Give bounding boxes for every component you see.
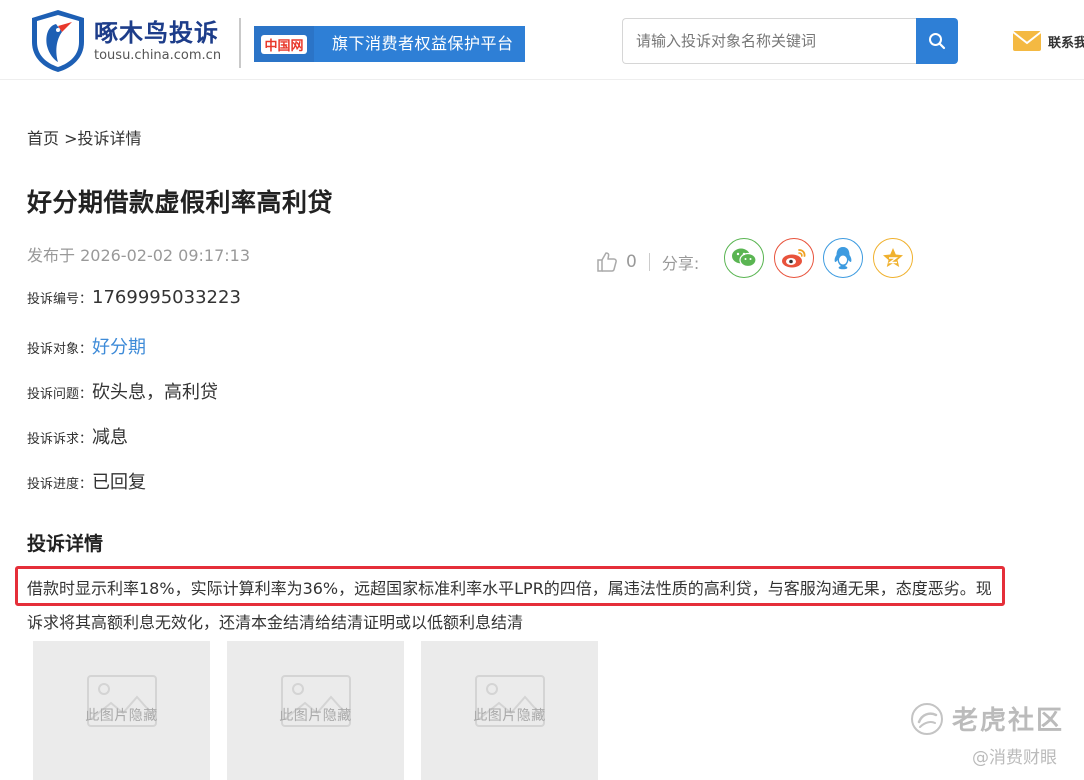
qzone-star-icon bbox=[883, 248, 903, 267]
divider bbox=[648, 253, 650, 271]
logo-text: 啄木鸟投诉 tousu.china.com.cn bbox=[94, 18, 221, 64]
field-complaint-progress: 投诉进度： 已回复 bbox=[27, 468, 146, 494]
logo-divider bbox=[239, 18, 241, 68]
share-qzone-button[interactable] bbox=[873, 238, 913, 278]
complaint-issue-value: 砍头息，高利贷 bbox=[92, 382, 219, 403]
hidden-image[interactable]: 此图片隐藏 bbox=[33, 641, 210, 780]
partner-banner[interactable]: 中国网 旗下消费者权益保护平台 bbox=[254, 26, 525, 62]
field-complaint-demand: 投诉诉求： 减息 bbox=[27, 423, 128, 449]
search-box bbox=[622, 18, 916, 64]
wechat-icon bbox=[732, 248, 757, 268]
complaint-id-value: 1769995033223 bbox=[92, 287, 241, 308]
china-net-logo: 中国网 bbox=[254, 26, 314, 62]
contact-us-label: 联系我 bbox=[1048, 35, 1084, 51]
weibo-icon bbox=[782, 249, 806, 268]
hidden-image[interactable]: 此图片隐藏 bbox=[421, 641, 598, 780]
breadcrumb[interactable]: 首页 >投诉详情 bbox=[27, 125, 142, 149]
field-label: 投诉诉求： bbox=[27, 432, 93, 447]
partner-logo-text: 中国网 bbox=[261, 34, 307, 54]
complaint-progress-value: 已回复 bbox=[92, 472, 147, 493]
search-button[interactable] bbox=[916, 18, 958, 64]
mail-icon bbox=[1012, 31, 1042, 51]
like-share-bar: 0 分享: bbox=[596, 248, 699, 276]
site-logo[interactable]: 啄木鸟投诉 tousu.china.com.cn bbox=[28, 8, 233, 74]
search-icon bbox=[929, 33, 946, 50]
field-complaint-target: 投诉对象： 好分期 bbox=[27, 333, 146, 359]
qq-icon bbox=[834, 247, 852, 270]
field-complaint-id: 投诉编号： 1769995033223 bbox=[27, 287, 241, 308]
site-header: 啄木鸟投诉 tousu.china.com.cn 中国网 旗下消费者权益保护平台… bbox=[0, 0, 1084, 80]
logo-domain: tousu.china.com.cn bbox=[94, 48, 222, 63]
contact-us-link[interactable]: 联系我 bbox=[1012, 30, 1084, 52]
detail-line: 诉求将其高额利息无效化，还清本金结清给结清证明或以低额利息结清 bbox=[27, 613, 524, 632]
share-qq-button[interactable] bbox=[823, 238, 863, 278]
search-input[interactable] bbox=[623, 19, 916, 63]
published-date: 发布于 2026-02-02 09:17:13 bbox=[27, 246, 251, 265]
complaint-demand-value: 减息 bbox=[92, 427, 129, 448]
watermark: 老虎社区 bbox=[910, 700, 1064, 737]
hidden-image-label: 此图片隐藏 bbox=[85, 707, 158, 724]
logo-name: 啄木鸟投诉 bbox=[94, 19, 219, 47]
hidden-image-label: 此图片隐藏 bbox=[473, 707, 546, 724]
partner-tagline: 旗下消费者权益保护平台 bbox=[314, 26, 525, 62]
field-label: 投诉问题： bbox=[27, 387, 93, 402]
detail-line: 借款时显示利率18%，实际计算利率为36%，远超国家标准利率水平LPR的四倍，属… bbox=[27, 579, 992, 598]
share-weibo-button[interactable] bbox=[774, 238, 814, 278]
detail-heading: 投诉详情 bbox=[27, 533, 104, 555]
share-label: 分享: bbox=[661, 254, 700, 273]
complaint-detail-text: 借款时显示利率18%，实际计算利率为36%，远超国家标准利率水平LPR的四倍，属… bbox=[27, 572, 1037, 640]
hidden-image[interactable]: 此图片隐藏 bbox=[227, 641, 404, 780]
woodpecker-shield-logo-icon bbox=[32, 10, 84, 72]
complaint-title: 好分期借款虚假利率高利贷 bbox=[27, 188, 334, 217]
watermark-name: 老虎社区 bbox=[952, 706, 1065, 736]
field-complaint-issue: 投诉问题： 砍头息，高利贷 bbox=[27, 378, 218, 404]
field-label: 投诉进度： bbox=[27, 477, 93, 492]
field-label: 投诉编号： bbox=[27, 292, 93, 307]
watermark-logo-icon bbox=[911, 702, 943, 735]
watermark-handle: @消费财眼 bbox=[972, 748, 1057, 768]
complaint-target-link[interactable]: 好分期 bbox=[92, 333, 146, 359]
like-count: 0 bbox=[626, 252, 637, 272]
share-wechat-button[interactable] bbox=[724, 238, 764, 278]
hidden-image-label: 此图片隐藏 bbox=[279, 707, 352, 724]
field-label: 投诉对象： bbox=[27, 342, 93, 357]
thumbs-up-icon[interactable] bbox=[596, 251, 618, 273]
